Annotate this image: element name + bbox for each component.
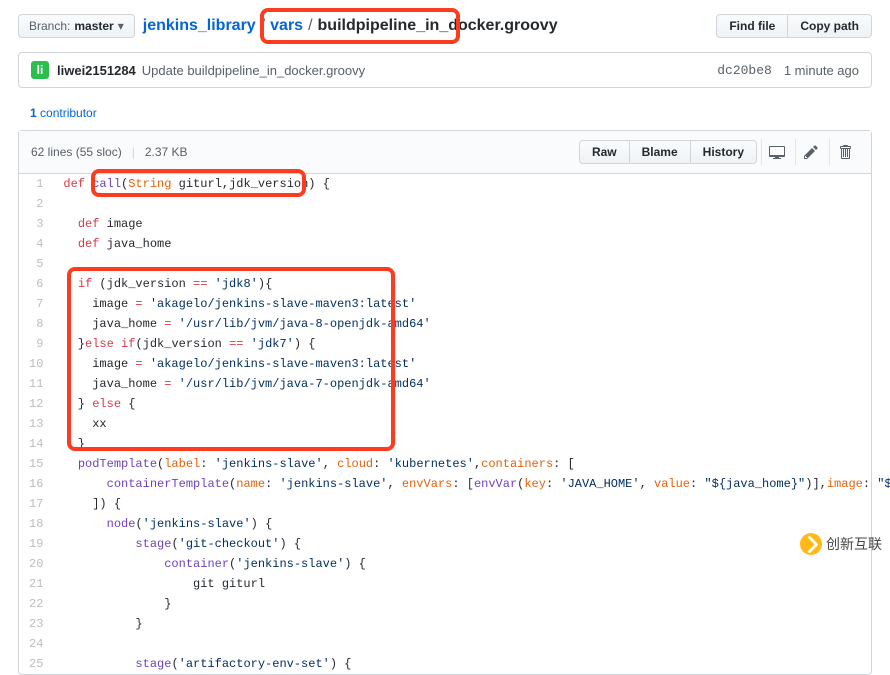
blame-button[interactable]: Blame (630, 140, 691, 164)
history-button[interactable]: History (691, 140, 757, 164)
line-number[interactable]: 9 (19, 334, 53, 354)
line-number[interactable]: 22 (19, 594, 53, 614)
code-line: } (53, 614, 890, 634)
line-number[interactable]: 15 (19, 454, 53, 474)
line-number[interactable]: 10 (19, 354, 53, 374)
code-line: } else { (53, 394, 890, 414)
line-number[interactable]: 6 (19, 274, 53, 294)
line-number[interactable]: 4 (19, 234, 53, 254)
code-line: image = 'akagelo/jenkins-slave-maven3:la… (53, 294, 890, 314)
line-number[interactable]: 14 (19, 434, 53, 454)
code-line: node('jenkins-slave') { (53, 514, 890, 534)
breadcrumb: jenkins_library / vars / buildpipeline_i… (143, 17, 558, 35)
commit-time: 1 minute ago (784, 63, 859, 78)
line-number[interactable]: 18 (19, 514, 53, 534)
top-action-buttons: Find file Copy path (716, 14, 872, 38)
line-number[interactable]: 11 (19, 374, 53, 394)
line-number[interactable]: 1 (19, 174, 53, 194)
branch-label: Branch: (29, 19, 70, 33)
breadcrumb-root[interactable]: jenkins_library (143, 17, 256, 35)
branch-selector[interactable]: Branch: master ▾ (18, 14, 135, 38)
line-number[interactable]: 21 (19, 574, 53, 594)
line-number[interactable]: 16 (19, 474, 53, 494)
contributors-link[interactable]: 1 contributor (30, 106, 97, 120)
code-line: }else if(jdk_version == 'jdk7') { (53, 334, 890, 354)
code-line: stage('artifactory-env-set') { (53, 654, 890, 674)
code-line: podTemplate(label: 'jenkins-slave', clou… (53, 454, 890, 474)
find-file-button[interactable]: Find file (716, 14, 788, 38)
line-number[interactable]: 13 (19, 414, 53, 434)
desktop-icon[interactable] (761, 139, 791, 165)
line-number[interactable]: 5 (19, 254, 53, 274)
file-box: 62 lines (55 sloc) | 2.37 KB Raw Blame H… (18, 130, 872, 675)
code-line: ]) { (53, 494, 890, 514)
code-table: 1def call(String giturl,jdk_version) {23… (19, 174, 890, 674)
code-line: } (53, 594, 890, 614)
commit-box: li liwei2151284 Update buildpipeline_in_… (18, 52, 872, 88)
commit-author[interactable]: liwei2151284 (57, 63, 136, 78)
code-line: stage('git-checkout') { (53, 534, 890, 554)
code-line: image = 'akagelo/jenkins-slave-maven3:la… (53, 354, 890, 374)
line-number[interactable]: 17 (19, 494, 53, 514)
breadcrumb-separator: / (305, 17, 315, 35)
code-line: def call(String giturl,jdk_version) { (53, 174, 890, 194)
line-number[interactable]: 2 (19, 194, 53, 214)
breadcrumb-file: buildpipeline_in_docker.groovy (318, 17, 558, 35)
watermark-icon (800, 533, 822, 555)
line-number[interactable]: 24 (19, 634, 53, 654)
code-line (53, 634, 890, 654)
code-line (53, 254, 890, 274)
code-line: } (53, 434, 890, 454)
breadcrumb-dir[interactable]: vars (270, 17, 303, 35)
commit-sha[interactable]: dc20be8 (717, 63, 772, 78)
code-line: git giturl (53, 574, 890, 594)
code-line: container('jenkins-slave') { (53, 554, 890, 574)
trash-icon[interactable] (829, 139, 859, 165)
code-line: containerTemplate(name: 'jenkins-slave',… (53, 474, 890, 494)
breadcrumb-separator: / (258, 17, 268, 35)
copy-path-button[interactable]: Copy path (788, 14, 872, 38)
avatar-badge: li (31, 61, 49, 79)
code-line (53, 194, 890, 214)
line-number[interactable]: 20 (19, 554, 53, 574)
watermark: 创新互联 (800, 533, 882, 555)
branch-name: master (74, 19, 113, 33)
code-line: xx (53, 414, 890, 434)
chevron-down-icon: ▾ (118, 19, 124, 33)
line-number[interactable]: 8 (19, 314, 53, 334)
line-number[interactable]: 7 (19, 294, 53, 314)
line-number[interactable]: 12 (19, 394, 53, 414)
code-line: def java_home (53, 234, 890, 254)
code-line: java_home = '/usr/lib/jvm/java-7-openjdk… (53, 374, 890, 394)
code-line: java_home = '/usr/lib/jvm/java-8-openjdk… (53, 314, 890, 334)
line-number[interactable]: 3 (19, 214, 53, 234)
file-size: 2.37 KB (145, 145, 188, 159)
raw-button[interactable]: Raw (579, 140, 630, 164)
code-line: def image (53, 214, 890, 234)
watermark-text: 创新互联 (826, 534, 882, 554)
line-number[interactable]: 19 (19, 534, 53, 554)
pencil-icon[interactable] (795, 139, 825, 165)
code-line: if (jdk_version == 'jdk8'){ (53, 274, 890, 294)
commit-message[interactable]: Update buildpipeline_in_docker.groovy (142, 63, 365, 78)
line-number[interactable]: 23 (19, 614, 53, 634)
file-lines: 62 lines (55 sloc) (31, 145, 122, 159)
line-number[interactable]: 25 (19, 654, 53, 674)
